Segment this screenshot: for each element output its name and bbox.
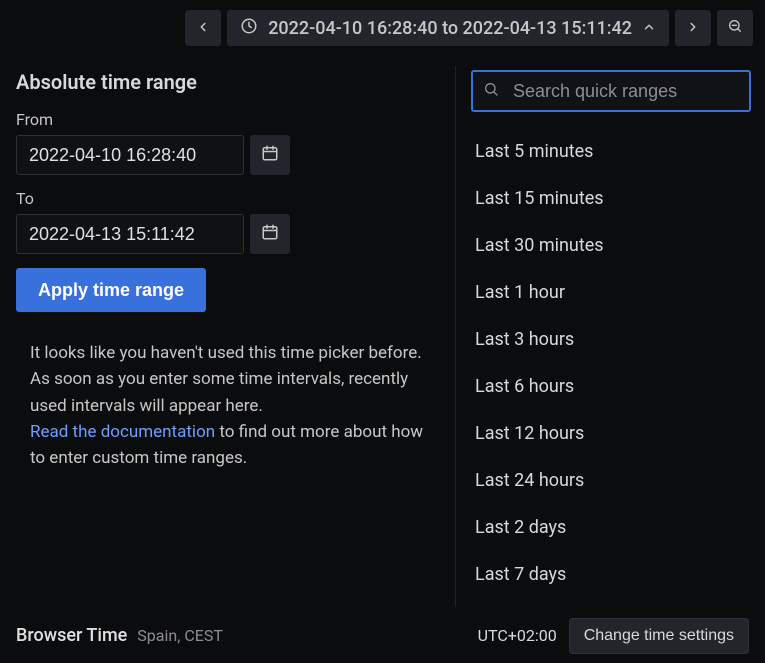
change-time-settings-button[interactable]: Change time settings [569,618,749,654]
to-input[interactable] [16,214,244,254]
quick-range-item[interactable]: Last 7 days [471,551,751,598]
time-range-display[interactable]: 2022-04-10 16:28:40 to 2022-04-13 15:11:… [227,10,669,46]
from-input[interactable] [16,135,244,175]
browser-time-value: Spain, CEST [137,626,223,645]
hint-text-1: It looks like you haven't used this time… [30,343,422,416]
quick-range-item[interactable]: Last 30 minutes [471,222,751,269]
footer-left: Browser Time Spain, CEST [16,625,223,646]
quick-ranges-pane: Last 5 minutes Last 15 minutes Last 30 m… [455,56,765,607]
time-toolbar: 2022-04-10 16:28:40 to 2022-04-13 15:11:… [0,0,765,56]
recently-used-hint: It looks like you haven't used this time… [16,326,439,476]
quick-range-item[interactable]: Last 12 hours [471,410,751,457]
to-calendar-button[interactable] [250,214,290,254]
quick-range-item[interactable]: Last 2 days [471,504,751,551]
time-picker-body: Absolute time range From To [0,56,765,607]
from-label: From [16,110,439,129]
to-field: To [16,189,439,254]
prev-range-button[interactable] [185,10,221,46]
from-field: From [16,110,439,175]
apply-time-range-button[interactable]: Apply time range [16,268,206,312]
chevron-left-icon [196,19,210,38]
pane-divider [455,66,456,607]
browser-time-label: Browser Time [16,625,127,646]
clock-icon [240,17,258,40]
time-picker-footer: Browser Time Spain, CEST UTC+02:00 Chang… [0,607,765,663]
time-range-text: 2022-04-10 16:28:40 to 2022-04-13 15:11:… [268,18,632,39]
footer-right: UTC+02:00 Change time settings [478,618,749,654]
absolute-range-pane: Absolute time range From To [0,56,455,607]
quick-range-item[interactable]: Last 5 minutes [471,128,751,175]
to-label: To [16,189,439,208]
chevron-right-icon [686,19,700,38]
quick-range-item[interactable]: Last 3 hours [471,316,751,363]
utc-offset: UTC+02:00 [478,626,557,645]
calendar-icon [261,223,279,245]
quick-range-item[interactable]: Last 1 hour [471,269,751,316]
zoom-out-button[interactable] [717,10,753,46]
next-range-button[interactable] [675,10,711,46]
search-quick-ranges-input[interactable] [471,70,751,112]
quick-range-item[interactable]: Last 15 minutes [471,175,751,222]
search-icon [483,81,499,101]
chevron-up-icon [642,18,656,39]
quick-range-item[interactable]: Last 6 hours [471,363,751,410]
search-wrap [471,70,751,112]
absolute-range-heading: Absolute time range [16,70,439,94]
quick-range-list: Last 5 minutes Last 15 minutes Last 30 m… [471,128,751,598]
documentation-link[interactable]: Read the documentation [30,422,215,442]
zoom-out-icon [727,18,743,38]
calendar-icon [261,144,279,166]
quick-range-item[interactable]: Last 24 hours [471,457,751,504]
from-calendar-button[interactable] [250,135,290,175]
